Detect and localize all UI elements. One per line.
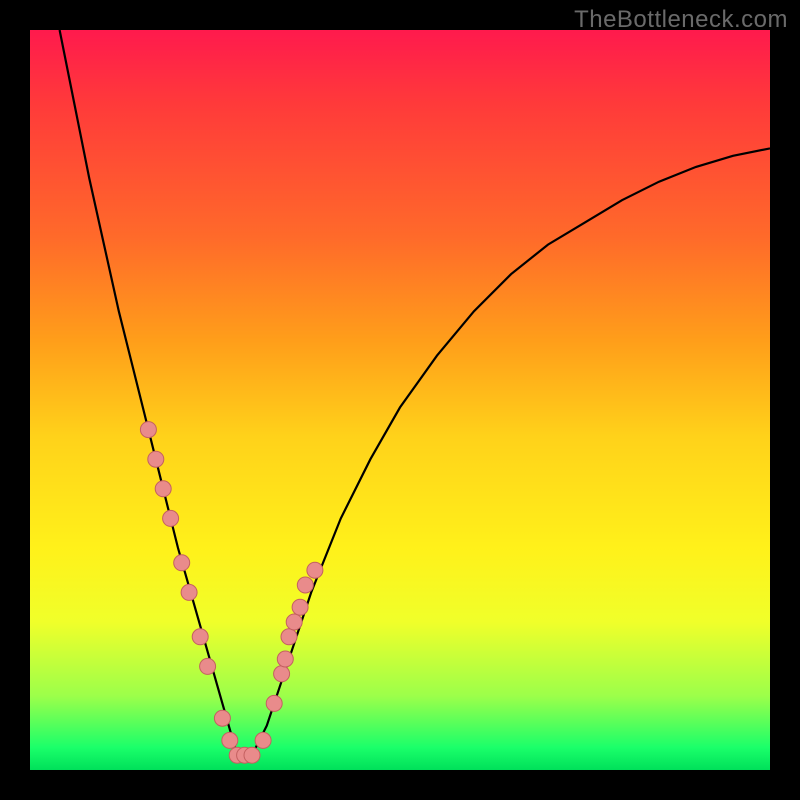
watermark-text: TheBottleneck.com bbox=[574, 6, 788, 34]
marker-point bbox=[281, 629, 297, 645]
marker-point bbox=[292, 599, 308, 615]
plot-area bbox=[30, 30, 770, 770]
marker-point bbox=[297, 577, 313, 593]
marker-point bbox=[274, 666, 290, 682]
marker-point bbox=[181, 584, 197, 600]
marker-point bbox=[155, 481, 171, 497]
marker-point bbox=[192, 629, 208, 645]
marker-point bbox=[174, 555, 190, 571]
marker-point bbox=[222, 732, 238, 748]
chart-frame: TheBottleneck.com bbox=[0, 0, 800, 800]
marker-point bbox=[255, 732, 271, 748]
chart-svg bbox=[30, 30, 770, 770]
marker-point bbox=[163, 510, 179, 526]
marker-point bbox=[140, 422, 156, 438]
marker-point bbox=[200, 658, 216, 674]
marker-point bbox=[286, 614, 302, 630]
marker-point bbox=[148, 451, 164, 467]
marker-point bbox=[307, 562, 323, 578]
bottleneck-curve bbox=[60, 30, 770, 755]
marker-group bbox=[140, 422, 323, 764]
marker-point bbox=[266, 695, 282, 711]
marker-point bbox=[277, 651, 293, 667]
marker-point bbox=[214, 710, 230, 726]
marker-point bbox=[244, 747, 260, 763]
